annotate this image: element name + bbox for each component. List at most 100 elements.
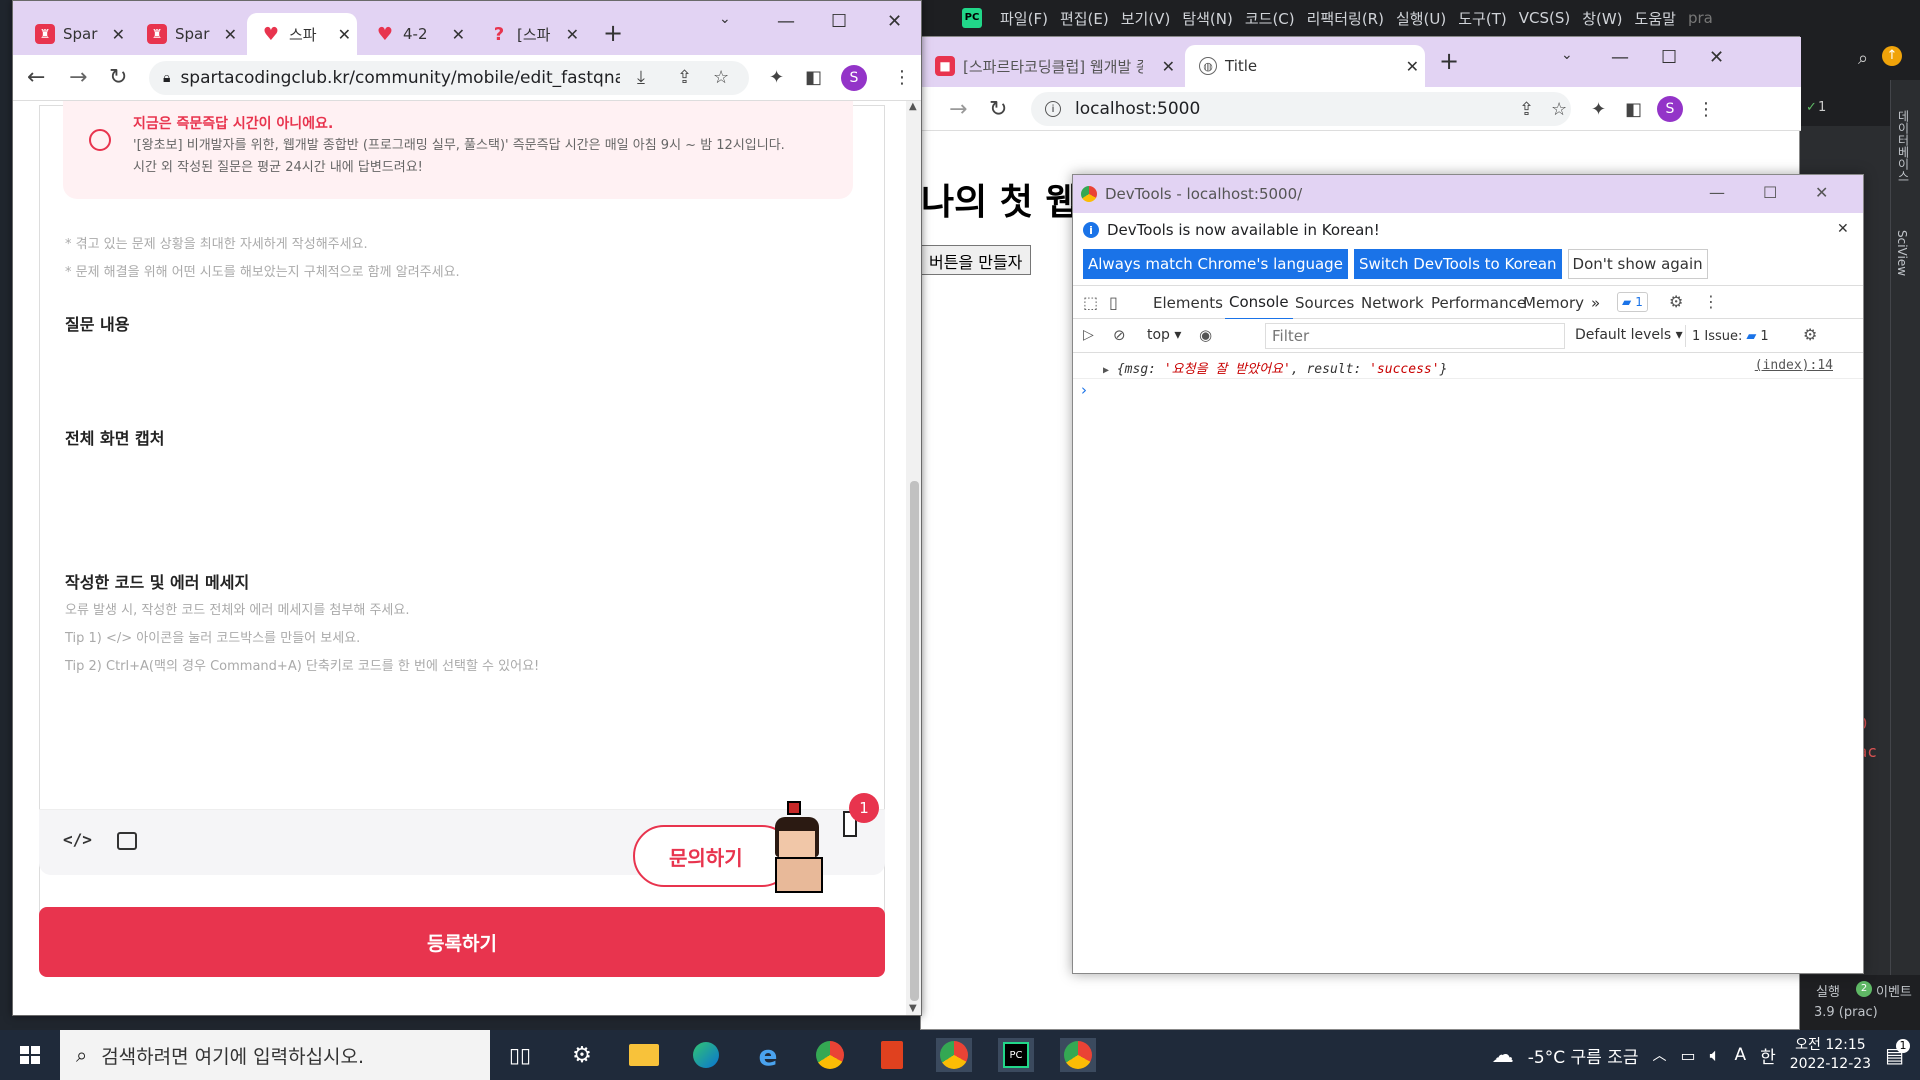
close-window-icon[interactable]: ✕	[1815, 183, 1828, 202]
ide-menu-navigate[interactable]: 탐색(N)	[1182, 8, 1233, 29]
submit-button[interactable]: 등록하기	[39, 907, 885, 977]
console-prompt[interactable]: ›	[1081, 381, 1087, 399]
search-icon[interactable]: ⌕	[1858, 48, 1868, 69]
mascot-icon[interactable]	[765, 801, 837, 893]
switch-to-korean-button[interactable]: Switch DevTools to Korean	[1353, 249, 1562, 279]
scroll-thumb[interactable]	[910, 481, 919, 1001]
live-expression-eye-icon[interactable]: ◉	[1199, 326, 1212, 344]
dont-show-again-button[interactable]: Don't show again	[1567, 249, 1708, 279]
chrome-profile-icon[interactable]	[936, 1038, 972, 1072]
clock[interactable]: 오전 12:15 2022-12-23	[1790, 1036, 1871, 1074]
address-bar[interactable]: i localhost:5000	[1031, 92, 1571, 126]
tab-search-icon[interactable]: ⌄	[719, 11, 731, 27]
ime-mode-han[interactable]: 한	[1760, 1043, 1776, 1068]
profile-avatar[interactable]: S	[1657, 96, 1683, 122]
sciview-tool-tab[interactable]: SciView	[1895, 230, 1909, 276]
ide-menu-view[interactable]: 보기(V)	[1121, 8, 1171, 29]
task-view-icon[interactable]: ▯▯	[502, 1038, 538, 1072]
close-window-icon[interactable]: ✕	[1709, 47, 1724, 68]
log-source-link[interactable]: (index):14	[1755, 358, 1833, 373]
close-icon[interactable]: ✕	[452, 25, 465, 44]
profile-avatar[interactable]: S	[841, 65, 867, 91]
file-explorer-icon[interactable]	[626, 1038, 662, 1072]
context-select[interactable]: top ▾	[1147, 327, 1181, 343]
tab-elements[interactable]: Elements	[1153, 286, 1223, 320]
ide-menu-help[interactable]: 도움말	[1635, 8, 1676, 29]
bookmark-star-icon[interactable]: ☆	[713, 67, 729, 88]
console-settings-gear-icon[interactable]: ⚙	[1803, 325, 1817, 344]
bookmark-star-icon[interactable]: ☆	[1551, 99, 1567, 120]
tab-sparta-2[interactable]: ♜ Spar ✕	[133, 13, 243, 55]
menu-kebab-icon[interactable]: ⋮	[1703, 292, 1719, 311]
console-filter-input[interactable]: Filter	[1265, 323, 1565, 349]
ide-menu-file[interactable]: 파일(F)	[1000, 8, 1048, 29]
start-button[interactable]	[0, 1030, 60, 1080]
chrome-profile-2-icon[interactable]	[1060, 1038, 1096, 1072]
minimize-icon[interactable]: —	[1611, 47, 1629, 68]
weather-text[interactable]: -5°C 구름 조금	[1528, 1043, 1639, 1068]
issues-counter[interactable]: 1 Issue: ▰ 1	[1685, 325, 1775, 347]
menu-kebab-icon[interactable]: ⋮	[1697, 99, 1715, 120]
share-icon[interactable]: ⇪	[677, 67, 692, 88]
tab-lecture-4-2[interactable]: ♥ 4-2 ✕	[361, 13, 471, 55]
volume-icon[interactable]: 🔈︎	[1710, 1045, 1721, 1066]
notifications-icon[interactable]: ▤ 1	[1885, 1039, 1910, 1067]
interpreter-label[interactable]: 3.9 (prac)	[1814, 1005, 1878, 1020]
issues-badge[interactable]: ▰ 1	[1617, 292, 1648, 312]
close-icon[interactable]: ✕	[566, 25, 579, 44]
more-tabs-icon[interactable]: »	[1591, 286, 1600, 320]
tab-console[interactable]: Console	[1225, 286, 1293, 320]
scroll-down-arrow-icon[interactable]: ▼	[909, 1003, 917, 1014]
extensions-icon[interactable]: ✦	[1591, 99, 1606, 120]
close-window-icon[interactable]: ✕	[887, 11, 902, 32]
sidebar-toggle-icon[interactable]: ▷	[1083, 327, 1094, 343]
ide-menu-run[interactable]: 실행(U)	[1396, 8, 1446, 29]
info-icon[interactable]: i	[1045, 101, 1061, 117]
reload-icon[interactable]: ↻	[109, 65, 127, 90]
menu-kebab-icon[interactable]: ⋮	[893, 67, 911, 88]
chrome-icon[interactable]	[812, 1038, 848, 1072]
database-tool-tab[interactable]: 데이터베이스	[1895, 110, 1912, 182]
inspect-element-icon[interactable]: ⬚	[1083, 293, 1098, 312]
close-icon[interactable]: ✕	[1406, 57, 1419, 76]
event-log-tab[interactable]: 이벤트	[1876, 981, 1912, 1000]
close-icon[interactable]: ✕	[338, 25, 351, 44]
tab-sparta-active[interactable]: ♥ 스파 ✕	[247, 13, 357, 55]
maximize-icon[interactable]: ☐	[1661, 47, 1677, 68]
close-icon[interactable]: ✕	[224, 25, 237, 44]
tab-sparta-question[interactable]: ? [스파 ✕	[475, 13, 585, 55]
address-bar[interactable]: 🔒︎ spartacodingclub.kr/community/mobile/…	[149, 61, 749, 95]
ide-menu-refactor[interactable]: 리팩터링(R)	[1307, 8, 1384, 29]
tab-sparta-1[interactable]: ♜ Spar ✕	[21, 13, 131, 55]
log-levels-select[interactable]: Default levels ▾	[1575, 327, 1683, 343]
reload-icon[interactable]: ↻	[989, 97, 1007, 122]
minimize-icon[interactable]: —	[1709, 183, 1725, 202]
settings-gear-icon[interactable]: ⚙	[1669, 292, 1683, 311]
tab-search-icon[interactable]: ⌄	[1561, 47, 1573, 63]
console-log-entry[interactable]: ▶ {msg: '요청을 잘 받았어요', result: 'success'}…	[1073, 353, 1863, 379]
tab-title[interactable]: ◍ Title ✕	[1185, 45, 1425, 87]
maximize-icon[interactable]: ☐	[831, 11, 847, 32]
run-tool-tab[interactable]: 실행	[1816, 981, 1840, 1000]
minimize-icon[interactable]: —	[777, 11, 795, 32]
forward-icon[interactable]: →	[949, 97, 967, 122]
close-icon[interactable]: ✕	[112, 25, 125, 44]
weather-cloud-icon[interactable]: ☁	[1492, 1043, 1514, 1068]
expand-triangle-icon[interactable]: ▶	[1103, 365, 1109, 376]
install-app-icon[interactable]: ⤓	[637, 67, 645, 88]
tab-memory[interactable]: Memory	[1523, 286, 1584, 320]
tray-overflow-icon[interactable]: ︿	[1653, 1045, 1667, 1065]
scroll-up-arrow-icon[interactable]: ▲	[909, 101, 917, 112]
new-tab-icon[interactable]: +	[1439, 47, 1459, 75]
update-icon[interactable]: ↑	[1882, 46, 1902, 66]
taskbar-search-input[interactable]: ⌕ 검색하려면 여기에 입력하십시오.	[60, 1030, 490, 1080]
clear-console-icon[interactable]: ⊘	[1113, 326, 1126, 344]
device-toolbar-icon[interactable]: ▯	[1109, 293, 1118, 312]
ide-menu-edit[interactable]: 편집(E)	[1060, 8, 1109, 29]
always-match-language-button[interactable]: Always match Chrome's language	[1083, 249, 1348, 279]
ime-mode-a[interactable]: A	[1734, 1045, 1746, 1065]
log-object[interactable]: ▶ {msg: '요청을 잘 받았어요', result: 'success'}	[1103, 358, 1447, 377]
tab-sources[interactable]: Sources	[1295, 286, 1354, 320]
side-panel-icon[interactable]: ◧	[805, 67, 822, 88]
page-button[interactable]: 버튼을 만들자	[921, 245, 1032, 275]
